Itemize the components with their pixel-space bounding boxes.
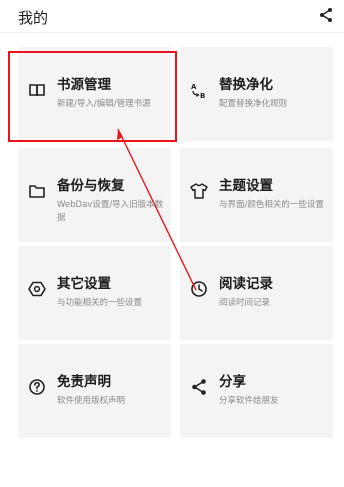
card-description: 软件使用版权声明 <box>57 396 126 406</box>
card-title: 阅读记录 <box>219 276 273 292</box>
card-description: 配置替换净化规则 <box>219 99 288 109</box>
book-open-icon <box>29 84 45 97</box>
card-title: 书源管理 <box>57 77 111 93</box>
card-title: 其它设置 <box>57 276 111 292</box>
question-icon <box>29 379 45 395</box>
card-title: 备份与恢复 <box>57 178 125 194</box>
card-disclaimer[interactable]: 免责声明 软件使用版权声明 <box>18 344 171 438</box>
clock-icon <box>191 281 207 297</box>
card-description: 新建/导入/编辑/管理书源 <box>57 99 151 109</box>
svg-text:B: B <box>200 92 205 99</box>
hex-gear-icon <box>28 281 46 297</box>
card-description: 分享软件给朋友 <box>219 396 279 406</box>
card-replace[interactable]: A B 替换净化 配置替换净化规则 <box>180 47 333 141</box>
card-history[interactable]: 阅读记录 阅读时间记录 <box>180 246 333 340</box>
app-header: 我的 <box>0 0 344 32</box>
replace-ab-icon: A B <box>191 83 205 99</box>
card-theme[interactable]: 主题设置 与界面/颜色相关的一些设置 <box>180 148 333 242</box>
card-description: 阅读时间记录 <box>219 298 271 308</box>
share-icon <box>192 379 206 395</box>
header-divider <box>0 32 344 33</box>
card-description: 与界面/颜色相关的一些设置 <box>219 200 324 210</box>
card-share[interactable]: 分享 分享软件给朋友 <box>180 344 333 438</box>
card-title: 免责声明 <box>57 374 111 390</box>
card-book-source[interactable]: 书源管理 新建/导入/编辑/管理书源 <box>18 47 171 141</box>
card-other-settings[interactable]: 其它设置 与功能相关的一些设置 <box>18 246 171 340</box>
card-description: WebDav设置/导入旧版本数据 <box>57 200 164 223</box>
card-title: 分享 <box>219 374 246 390</box>
card-backup[interactable]: 备份与恢复 WebDav设置/导入旧版本数据 <box>18 148 171 242</box>
share-icon[interactable] <box>318 7 334 23</box>
card-title: 主题设置 <box>219 178 273 194</box>
tshirt-icon <box>190 183 208 199</box>
page-title: 我的 <box>18 9 49 27</box>
svg-text:A: A <box>191 83 197 91</box>
card-description: 与功能相关的一些设置 <box>57 298 143 308</box>
folder-icon <box>29 185 45 198</box>
card-title: 替换净化 <box>219 77 273 93</box>
